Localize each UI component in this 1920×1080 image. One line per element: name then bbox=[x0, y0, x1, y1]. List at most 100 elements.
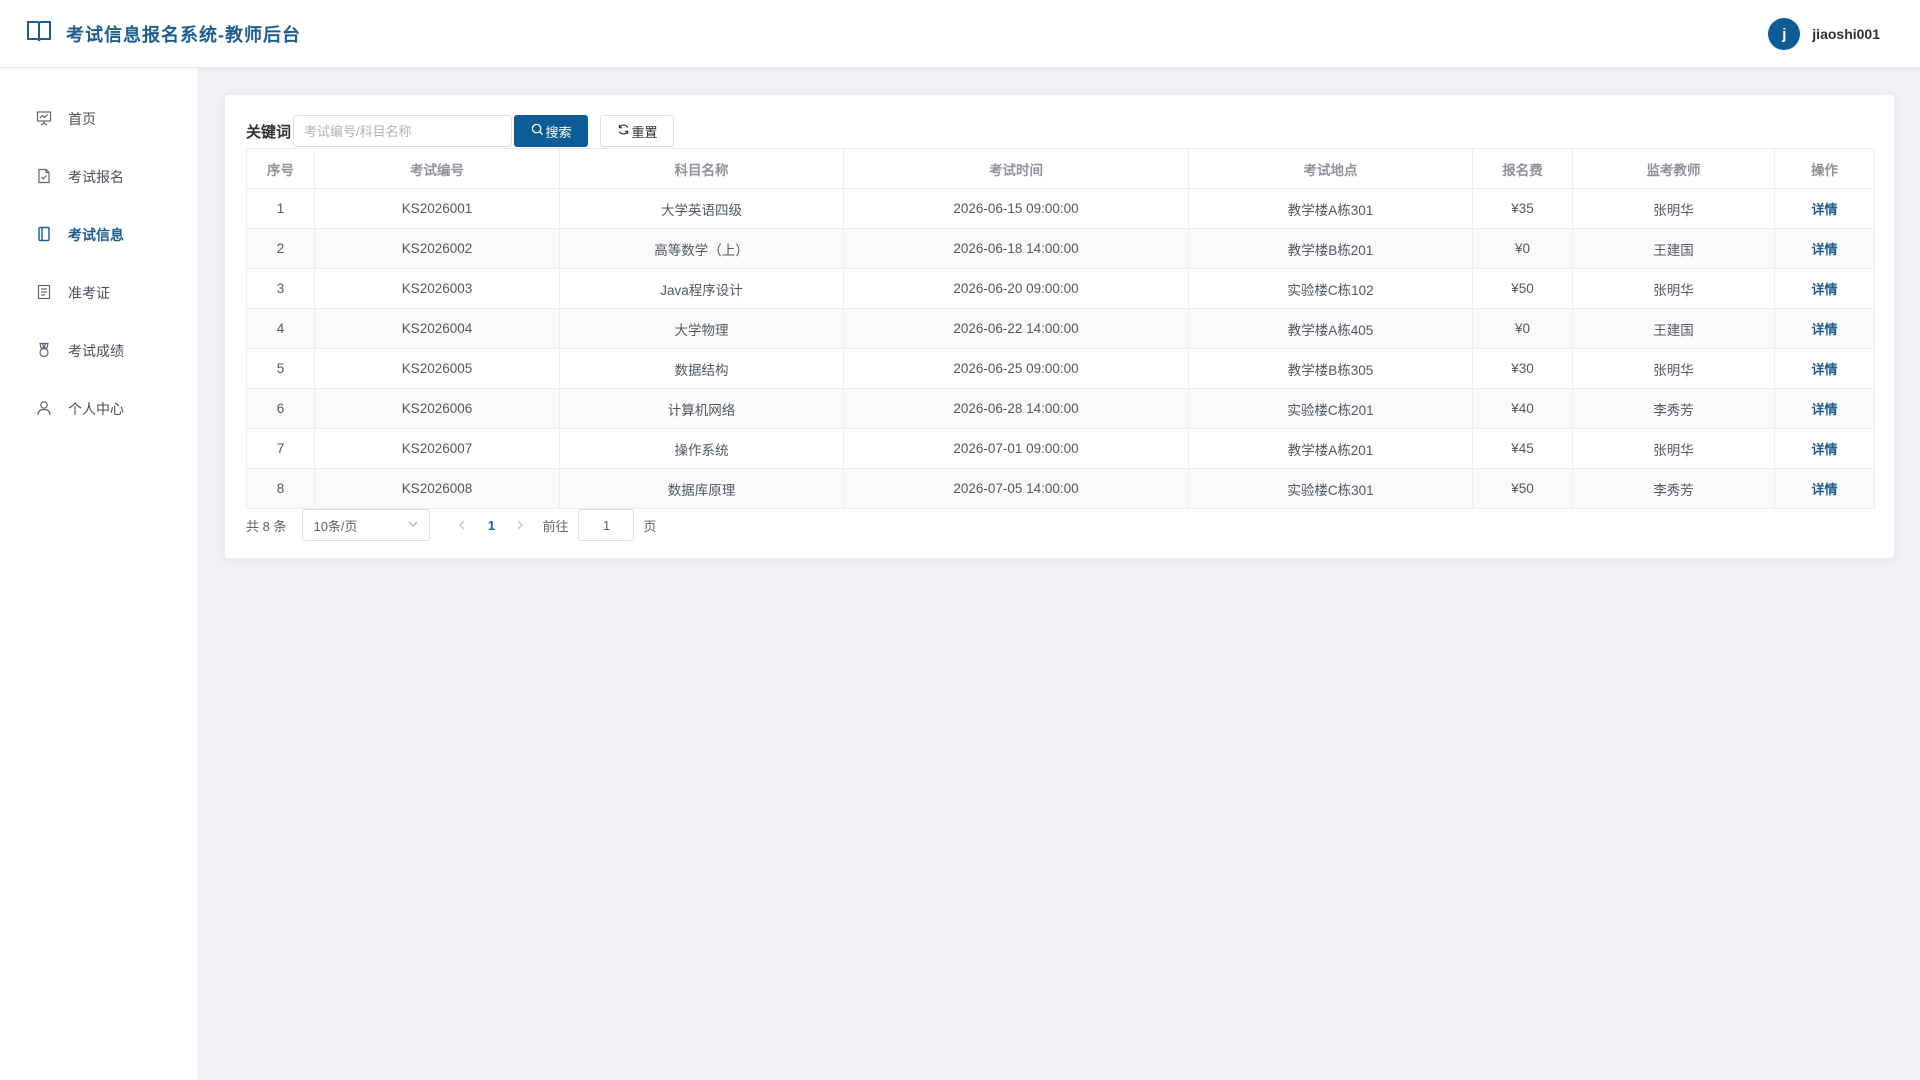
document-icon bbox=[36, 284, 68, 303]
sidebar-item-profile[interactable]: 个人中心 bbox=[0, 380, 198, 438]
detail-link[interactable]: 详情 bbox=[1811, 282, 1837, 297]
sidebar-item-exam-scores[interactable]: 考试成绩 bbox=[0, 322, 198, 380]
cell-fee: ¥0 bbox=[1472, 308, 1573, 349]
cell-place: 教学楼A栋301 bbox=[1188, 188, 1473, 229]
sidebar-item-exam-registration[interactable]: 考试报名 bbox=[0, 148, 198, 206]
page-suffix: 页 bbox=[643, 518, 657, 534]
search-button-label: 搜索 bbox=[545, 124, 572, 140]
keyword-label: 关键词 bbox=[246, 123, 292, 141]
search-icon bbox=[531, 123, 546, 139]
cell-no: 5 bbox=[246, 348, 315, 389]
sidebar-item-label: 考试报名 bbox=[68, 169, 124, 185]
goto-page-input[interactable] bbox=[578, 509, 635, 541]
prev-page-button[interactable] bbox=[448, 509, 476, 541]
cell-no: 2 bbox=[246, 228, 315, 269]
refresh-icon bbox=[617, 123, 632, 139]
column-header: 序号 bbox=[246, 148, 315, 189]
sidebar-item-admission-ticket[interactable]: 准考证 bbox=[0, 264, 198, 322]
detail-link[interactable]: 详情 bbox=[1811, 482, 1837, 497]
next-page-button[interactable] bbox=[506, 509, 534, 541]
cell-teacher: 张明华 bbox=[1572, 428, 1775, 469]
cell-teacher: 李秀芳 bbox=[1572, 388, 1775, 429]
table-row: 2 KS2026002 高等数学（上） 2026-06-18 14:00:00 … bbox=[246, 228, 1875, 269]
cell-action: 详情 bbox=[1774, 268, 1875, 309]
column-header: 考试地点 bbox=[1188, 148, 1473, 189]
sidebar-item-label: 考试信息 bbox=[68, 227, 124, 243]
user-menu[interactable]: j jiaoshi001 bbox=[1768, 0, 1880, 68]
cell-subject: 数据库原理 bbox=[559, 468, 844, 509]
detail-link[interactable]: 详情 bbox=[1811, 242, 1837, 257]
table-header-row: 序号 考试编号 科目名称 考试时间 考试地点 报名费 监考教师 操作 bbox=[246, 148, 1875, 189]
cell-teacher: 王建国 bbox=[1572, 308, 1775, 349]
table-row: 8 KS2026008 数据库原理 2026-07-05 14:00:00 实验… bbox=[246, 468, 1875, 509]
user-icon bbox=[36, 400, 68, 419]
cell-subject: Java程序设计 bbox=[559, 268, 844, 309]
cell-no: 4 bbox=[246, 308, 315, 349]
cell-fee: ¥40 bbox=[1472, 388, 1573, 429]
cell-code: KS2026008 bbox=[314, 468, 560, 509]
cell-fee: ¥30 bbox=[1472, 348, 1573, 389]
cell-subject: 计算机网络 bbox=[559, 388, 844, 429]
sidebar-item-label: 首页 bbox=[68, 111, 96, 127]
cell-teacher: 李秀芳 bbox=[1572, 468, 1775, 509]
cell-time: 2026-06-25 09:00:00 bbox=[843, 348, 1189, 389]
cell-place: 实验楼C栋102 bbox=[1188, 268, 1473, 309]
cell-no: 6 bbox=[246, 388, 315, 429]
sidebar-item-label: 考试成绩 bbox=[68, 343, 124, 359]
table-row: 3 KS2026003 Java程序设计 2026-06-20 09:00:00… bbox=[246, 268, 1875, 309]
cell-action: 详情 bbox=[1774, 188, 1875, 229]
table-row: 4 KS2026004 大学物理 2026-06-22 14:00:00 教学楼… bbox=[246, 308, 1875, 349]
cell-no: 1 bbox=[246, 188, 315, 229]
detail-link[interactable]: 详情 bbox=[1811, 202, 1837, 217]
detail-link[interactable]: 详情 bbox=[1811, 362, 1837, 377]
cell-fee: ¥50 bbox=[1472, 268, 1573, 309]
cell-code: KS2026005 bbox=[314, 348, 560, 389]
table-row: 7 KS2026007 操作系统 2026-07-01 09:00:00 教学楼… bbox=[246, 428, 1875, 469]
sidebar-item-exam-info[interactable]: 考试信息 bbox=[0, 206, 198, 264]
detail-link[interactable]: 详情 bbox=[1811, 322, 1837, 337]
page-number-current[interactable]: 1 bbox=[476, 509, 506, 541]
table-row: 5 KS2026005 数据结构 2026-06-25 09:00:00 教学楼… bbox=[246, 348, 1875, 389]
cell-action: 详情 bbox=[1774, 388, 1875, 429]
file-check-icon bbox=[36, 168, 68, 187]
cell-place: 教学楼B栋305 bbox=[1188, 348, 1473, 389]
cell-code: KS2026001 bbox=[314, 188, 560, 229]
cell-action: 详情 bbox=[1774, 428, 1875, 469]
cell-no: 7 bbox=[246, 428, 315, 469]
reset-button-label: 重置 bbox=[631, 124, 658, 140]
cell-action: 详情 bbox=[1774, 308, 1875, 349]
username[interactable]: jiaoshi001 bbox=[1812, 26, 1880, 42]
app-title: 考试信息报名系统-教师后台 bbox=[66, 24, 301, 45]
pagination: 共 8 条 10条/页 1 前往 页 bbox=[246, 509, 657, 541]
detail-link[interactable]: 详情 bbox=[1811, 442, 1837, 457]
goto-label: 前往 bbox=[542, 518, 569, 534]
page-size-value: 10条/页 bbox=[313, 518, 358, 534]
column-header: 操作 bbox=[1774, 148, 1875, 189]
cell-teacher: 王建国 bbox=[1572, 228, 1775, 269]
cell-subject: 数据结构 bbox=[559, 348, 844, 389]
cell-action: 详情 bbox=[1774, 468, 1875, 509]
cell-place: 教学楼B栋201 bbox=[1188, 228, 1473, 269]
presentation-icon bbox=[36, 110, 68, 129]
sidebar-item-home[interactable]: 首页 bbox=[0, 90, 198, 148]
medal-icon bbox=[36, 342, 68, 361]
avatar[interactable]: j bbox=[1768, 18, 1801, 50]
cell-teacher: 张明华 bbox=[1572, 268, 1775, 309]
reset-button[interactable]: 重置 bbox=[600, 115, 675, 147]
detail-link[interactable]: 详情 bbox=[1811, 402, 1837, 417]
cell-action: 详情 bbox=[1774, 228, 1875, 269]
chevron-left-icon bbox=[459, 520, 465, 530]
sidebar-item-label: 个人中心 bbox=[68, 401, 124, 417]
column-header: 科目名称 bbox=[559, 148, 844, 189]
cell-place: 教学楼A栋405 bbox=[1188, 308, 1473, 349]
cell-time: 2026-06-22 14:00:00 bbox=[843, 308, 1189, 349]
cell-teacher: 张明华 bbox=[1572, 348, 1775, 389]
search-button[interactable]: 搜索 bbox=[514, 115, 589, 147]
book-icon bbox=[36, 226, 68, 245]
brand[interactable]: 考试信息报名系统-教师后台 bbox=[26, 18, 301, 49]
cell-time: 2026-06-15 09:00:00 bbox=[843, 188, 1189, 229]
cell-code: KS2026002 bbox=[314, 228, 560, 269]
page-size-select[interactable]: 10条/页 bbox=[302, 509, 431, 541]
search-input[interactable] bbox=[293, 115, 513, 147]
column-header: 考试编号 bbox=[314, 148, 560, 189]
